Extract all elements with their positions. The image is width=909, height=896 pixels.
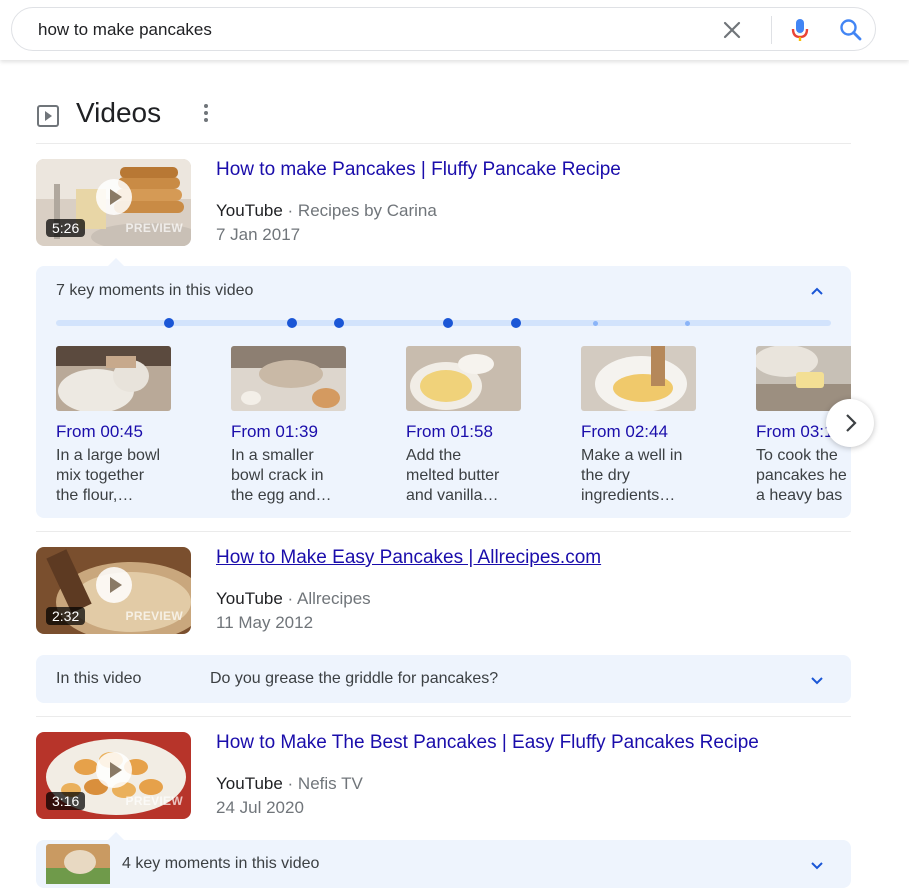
preview-label: PREVIEW [125,609,183,623]
key-moments-panel: 7 key moments in this video From 00:45 I… [36,258,851,518]
microphone-icon[interactable] [786,16,814,44]
video-separator: · [282,589,297,608]
moment-timestamp[interactable]: From 01:39 [231,422,318,442]
videos-section-header: Videos [36,96,851,144]
chevron-up-icon[interactable] [807,281,827,301]
video-platform: YouTube [216,201,283,220]
result-divider [36,716,851,717]
search-icon[interactable] [838,17,864,43]
more-vert-icon[interactable] [196,101,216,125]
video-source: YouTube · Nefis TV [216,774,363,794]
videos-section-title: Videos [76,97,162,128]
moment-description: In a smaller bowl crack in the egg and… [231,447,332,504]
moment-description: Add the melted butter and vanilla… [406,447,500,504]
moment-timestamp[interactable]: From 00:45 [56,422,143,442]
video-duration: 5:26 [46,219,86,237]
video-result: 3:16 PREVIEW How to Make The Best Pancak… [36,732,851,827]
panel-caret [108,832,124,840]
panel-caret [108,258,124,266]
video-date: 24 Jul 2020 [216,798,304,817]
play-square-icon [37,105,59,127]
in-this-video-question[interactable]: Do you grease the griddle for pancakes? [210,670,498,688]
timeline-marker[interactable] [334,318,344,328]
key-moments-panel[interactable]: 4 key moments in this video [36,832,851,888]
video-date: 11 May 2012 [216,613,314,632]
moment-description: In a large bowl mix together the flour,… [56,447,161,504]
searchbox-divider [771,16,772,44]
preview-label: PREVIEW [125,794,183,808]
video-thumbnail[interactable]: 3:16 PREVIEW [36,732,191,819]
moment-thumbnail [406,346,521,411]
moment-timestamp[interactable]: From 02:44 [581,422,668,442]
video-thumbnail[interactable]: 2:32 PREVIEW [36,547,191,634]
video-source: YouTube · Allrecipes [216,589,371,609]
chevron-down-icon[interactable] [807,670,827,690]
key-moment-card[interactable]: From 00:45 In a large bowl mix together … [56,346,216,516]
key-moments-carousel: From 00:45 In a large bowl mix together … [56,346,851,516]
video-duration: 3:16 [46,792,86,810]
timeline-marker[interactable] [287,318,297,328]
key-moments-timeline[interactable] [56,318,831,328]
moment-thumbnail [46,844,110,884]
chevron-down-icon[interactable] [807,855,827,875]
video-result: 5:26 PREVIEW How to make Pancakes | Fluf… [36,159,851,254]
search-box[interactable] [11,7,876,51]
timeline-marker[interactable] [593,320,598,326]
video-channel: Nefis TV [297,774,363,793]
key-moments-label: 4 key moments in this video [122,855,320,872]
video-title-link[interactable]: How to make Pancakes | Fluffy Pancake Re… [216,159,621,181]
moment-thumbnail [56,346,171,411]
carousel-next-button[interactable] [826,399,874,447]
video-platform: YouTube [216,589,283,608]
result-divider [36,531,851,532]
timeline-marker[interactable] [164,318,174,328]
video-platform: YouTube [216,774,283,793]
timeline-marker[interactable] [443,318,453,328]
video-date: 7 Jan 2017 [216,225,301,244]
timeline-marker[interactable] [511,318,521,328]
video-channel: Allrecipes [296,589,371,608]
video-thumbnail[interactable]: 5:26 PREVIEW [36,159,191,246]
video-result: 2:32 PREVIEW How to Make Easy Pancakes |… [36,547,851,642]
close-icon[interactable] [720,18,744,42]
key-moment-card[interactable]: From 01:58 Add the melted butter and van… [406,346,566,516]
play-icon [96,179,132,215]
play-icon [96,752,132,788]
play-icon [96,567,132,603]
moment-description: To cook the pancakes he a heavy bas [756,447,847,504]
key-moments-label[interactable]: 7 key moments in this video [56,282,253,300]
timeline-marker[interactable] [685,320,690,326]
preview-label: PREVIEW [125,221,183,235]
video-duration: 2:32 [46,607,86,625]
moment-thumbnail [231,346,346,411]
moment-description: Make a well in the dry ingredients… [581,447,683,504]
video-source: YouTube · Recipes by Carina [216,201,437,221]
video-separator: · [282,201,298,220]
search-header [0,0,909,60]
key-moment-card[interactable]: From 01:39 In a smaller bowl crack in th… [231,346,391,516]
in-this-video-panel[interactable]: In this video Do you grease the griddle … [36,655,851,703]
moment-timestamp[interactable]: From 03:1 [756,422,833,442]
moment-thumbnail [581,346,696,411]
search-input[interactable] [38,18,698,42]
moment-timestamp[interactable]: From 01:58 [406,422,493,442]
video-separator: · [282,774,298,793]
in-this-video-label: In this video [56,670,142,687]
video-channel: Recipes by Carina [297,201,437,220]
chevron-right-icon [846,414,857,432]
video-title-link[interactable]: How to Make The Best Pancakes | Easy Flu… [216,732,759,754]
video-title-link[interactable]: How to Make Easy Pancakes | Allrecipes.c… [216,547,601,569]
key-moment-card[interactable]: From 02:44 Make a well in the dry ingred… [581,346,741,516]
